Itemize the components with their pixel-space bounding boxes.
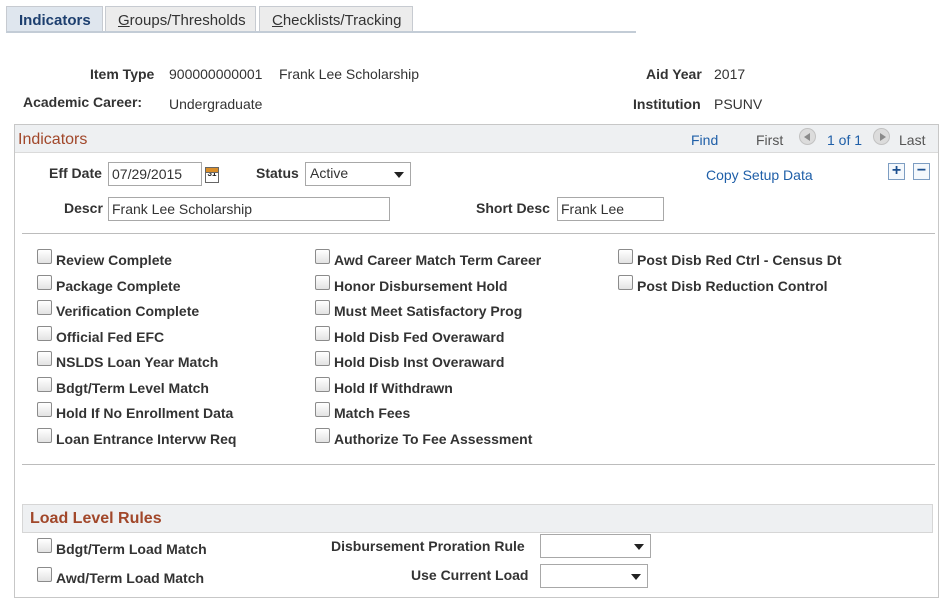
tab-groups-accesskey: G [118,12,130,29]
awd-term-load-match-label: Awd/Term Load Match [56,570,205,586]
institution-value: PSUNV [714,96,763,112]
review-complete-label: Review Complete [56,252,172,268]
hold-if-no-enrollment-data-label: Hold If No Enrollment Data [56,405,234,421]
tab-groups-label: roups/Thresholds [129,12,246,29]
disbursement-proration-rule-select[interactable] [540,534,651,558]
tab-indicators[interactable]: Indicators [6,6,103,33]
item-type-code: 900000000001 [169,66,263,82]
hold-disb-fed-overaward-checkbox[interactable] [315,326,330,341]
nslds-loan-year-match-checkbox[interactable] [37,351,52,366]
verification-complete-checkbox[interactable] [37,300,52,315]
bdgt-term-level-match-label: Bdgt/Term Level Match [56,380,209,396]
first-label: First [756,132,784,148]
must-meet-satisfactory-prog-checkbox[interactable] [315,300,330,315]
last-label: Last [899,132,926,148]
match-fees-label: Match Fees [334,405,411,421]
find-link[interactable]: Find [691,132,718,148]
indicators-divider-top [22,233,935,234]
bdgt-term-level-match-checkbox[interactable] [37,377,52,392]
aid-year-label: Aid Year [646,66,702,82]
official-fed-efc-label: Official Fed EFC [56,329,165,345]
calendar-icon[interactable]: 31 [205,167,219,183]
bdgt-term-load-match-label: Bdgt/Term Load Match [56,541,207,557]
arrow-left-icon [804,133,810,141]
verification-complete-label: Verification Complete [56,303,200,319]
honor-disbursement-hold-label: Honor Disbursement Hold [334,278,508,294]
add-row-button[interactable]: + [888,163,905,180]
awd-term-load-match-checkbox[interactable] [37,567,52,582]
descr-input[interactable] [108,197,390,221]
item-type-label: Item Type [90,66,155,82]
status-label: Status [256,165,299,181]
copy-setup-data-link[interactable]: Copy Setup Data [706,167,813,183]
academic-career-label: Academic Career: [23,94,143,110]
post-disb-red-ctrl-census-checkbox[interactable] [618,249,633,264]
status-select[interactable]: Active [305,162,411,186]
hold-disb-fed-overaward-label: Hold Disb Fed Overaward [334,329,505,345]
hold-if-withdrawn-checkbox[interactable] [315,377,330,392]
official-fed-efc-checkbox[interactable] [37,326,52,341]
indicators-title: Indicators [18,131,88,148]
match-fees-checkbox[interactable] [315,402,330,417]
awd-career-match-term-career-label: Awd Career Match Term Career [334,252,542,268]
row-count: 1 of 1 [827,132,863,148]
aid-year-value: 2017 [714,66,746,82]
use-current-load-select[interactable] [540,564,648,588]
next-row-button[interactable] [873,128,890,145]
package-complete-checkbox[interactable] [37,275,52,290]
tab-underline [6,31,636,33]
descr-label: Descr [64,200,103,216]
delete-row-button[interactable]: − [913,163,930,180]
hold-if-no-enrollment-data-checkbox[interactable] [37,402,52,417]
short-desc-label: Short Desc [476,200,550,216]
review-complete-checkbox[interactable] [37,249,52,264]
tab-checklists-accesskey: C [272,12,283,29]
post-disb-reduction-control-checkbox[interactable] [618,275,633,290]
hold-disb-inst-overaward-label: Hold Disb Inst Overaward [334,354,505,370]
nslds-loan-year-match-label: NSLDS Loan Year Match [56,354,219,370]
post-disb-red-ctrl-census-label: Post Disb Red Ctrl - Census Dt [637,252,842,268]
tab-groups-thresholds[interactable]: Groups/Thresholds [105,6,256,32]
academic-career-value: Undergraduate [169,96,263,112]
use-current-load-label: Use Current Load [411,567,529,583]
chevron-down-icon [634,544,644,550]
short-desc-input[interactable] [557,197,664,221]
institution-label: Institution [633,96,701,112]
tab-checklists-tracking[interactable]: Checklists/Tracking [259,6,413,32]
indicators-divider-bottom [22,464,935,465]
authorize-to-fee-assessment-checkbox[interactable] [315,428,330,443]
bdgt-term-load-match-checkbox[interactable] [37,538,52,553]
hold-disb-inst-overaward-checkbox[interactable] [315,351,330,366]
package-complete-label: Package Complete [56,278,181,294]
chevron-down-icon [394,172,404,178]
load-level-title: Load Level Rules [30,510,162,527]
status-value: Active [310,165,349,181]
arrow-right-icon [880,133,886,141]
disbursement-proration-rule-label: Disbursement Proration Rule [331,538,525,554]
tab-indicators-label: Indicators [19,12,91,29]
item-type-desc: Frank Lee Scholarship [279,66,420,82]
must-meet-satisfactory-prog-label: Must Meet Satisfactory Prog [334,303,523,319]
loan-entrance-intervw-req-checkbox[interactable] [37,428,52,443]
tab-checklists-label: hecklists/Tracking [282,12,402,29]
eff-date-label: Eff Date [49,165,102,181]
chevron-down-icon [631,574,641,580]
awd-career-match-term-career-checkbox[interactable] [315,249,330,264]
authorize-to-fee-assessment-label: Authorize To Fee Assessment [334,431,533,447]
honor-disbursement-hold-checkbox[interactable] [315,275,330,290]
post-disb-reduction-control-label: Post Disb Reduction Control [637,278,828,294]
hold-if-withdrawn-label: Hold If Withdrawn [334,380,453,396]
eff-date-input[interactable] [108,162,202,186]
loan-entrance-intervw-req-label: Loan Entrance Intervw Req [56,431,237,447]
previous-row-button[interactable] [799,128,816,145]
